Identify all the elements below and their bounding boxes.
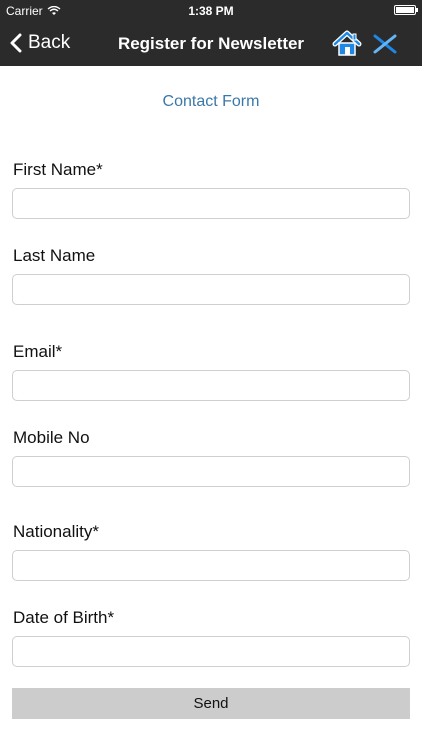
send-button[interactable]: Send: [12, 688, 410, 719]
nationality-label: Nationality*: [13, 522, 99, 541]
first-name-field[interactable]: [12, 188, 410, 219]
email-label: Email*: [13, 342, 63, 361]
close-button[interactable]: [372, 32, 398, 56]
home-button[interactable]: [332, 30, 362, 58]
battery-icon: [394, 5, 418, 15]
nationality-field[interactable]: [12, 550, 410, 581]
home-icon: [332, 30, 362, 56]
battery-level: [396, 7, 414, 13]
back-button[interactable]: Back: [10, 32, 70, 54]
date-of-birth-label: Date of Birth*: [13, 608, 115, 627]
navigation-bar: Back Register for Newsletter: [0, 22, 422, 66]
last-name-field[interactable]: [12, 274, 410, 305]
status-bar: Carrier 1:38 PM: [0, 0, 422, 22]
back-label: Back: [28, 32, 71, 53]
email-field[interactable]: [12, 370, 410, 401]
contact-form-title: Contact Form: [162, 93, 260, 110]
close-icon: [373, 34, 397, 54]
mobile-no-label: Mobile No: [13, 428, 90, 447]
first-name-label: First Name*: [13, 160, 103, 179]
chevron-left-icon: [10, 33, 22, 53]
status-time: 1:38 PM: [188, 4, 234, 18]
mobile-no-field[interactable]: [12, 456, 410, 487]
last-name-label: Last Name: [13, 246, 96, 265]
page-title: Register for Newsletter: [117, 34, 305, 53]
date-of-birth-field[interactable]: [12, 636, 410, 667]
